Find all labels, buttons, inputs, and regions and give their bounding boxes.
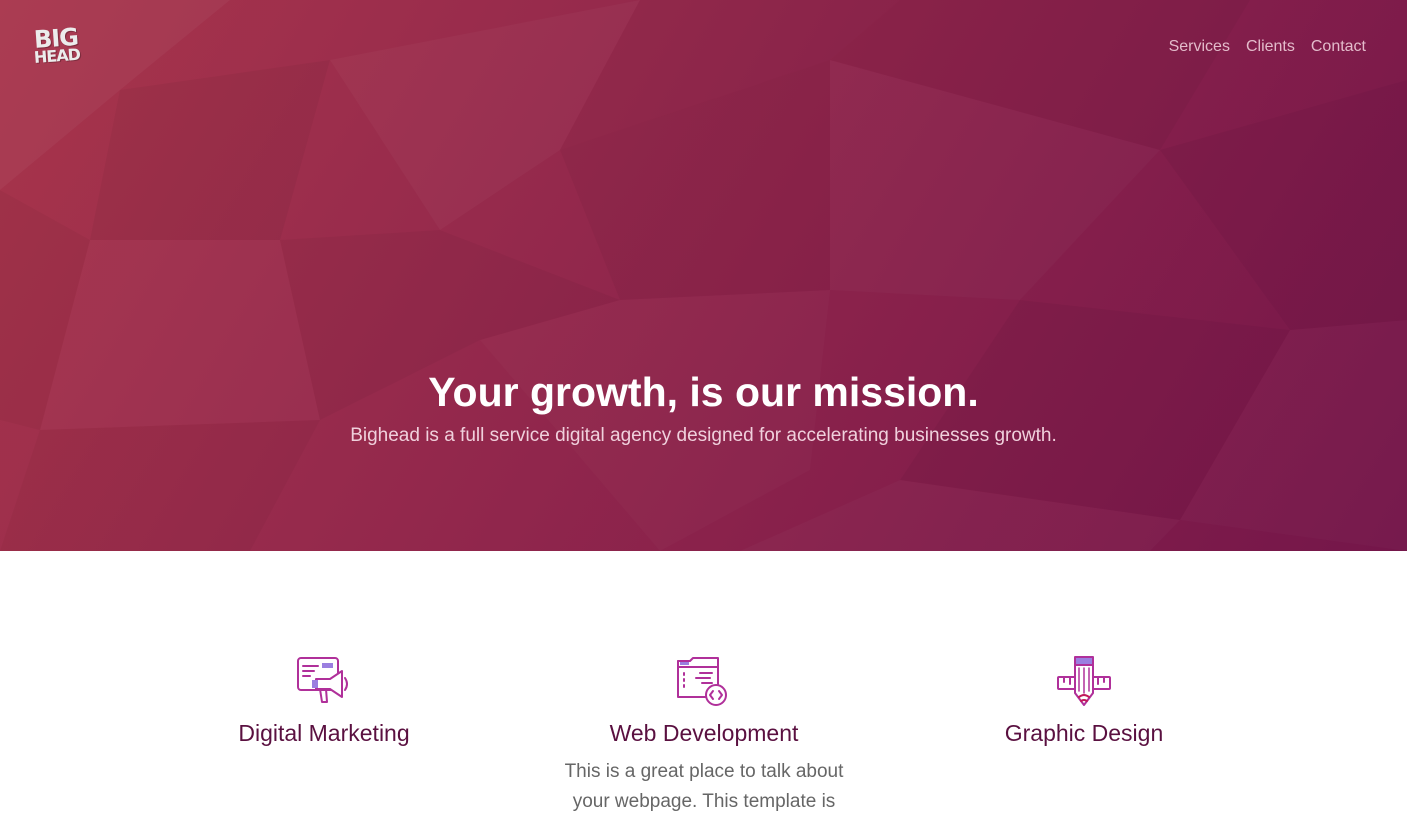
nav-link-contact[interactable]: Contact [1311,37,1366,57]
nav-link-clients[interactable]: Clients [1246,37,1295,57]
hero-subtitle: Bighead is a full service digital agency… [350,425,1057,446]
service-title: Digital Marketing [238,720,410,746]
service-title: Graphic Design [1004,720,1164,746]
pencil-ruler-icon [1056,655,1112,707]
top-nav: Services Clients Contact [1169,37,1366,57]
service-title: Web Development [609,720,799,746]
service-digital-marketing: Digital Marketing [164,655,484,757]
service-description: This is a great place to talk about your… [564,761,844,812]
megaphone-icon [296,655,352,707]
polygon-background [0,0,1407,520]
service-web-development: Web Development This is a great place to… [544,655,864,817]
hero-title: Your growth, is our mission. [428,369,979,415]
service-graphic-design: Graphic Design [924,655,1244,757]
bighead-logo[interactable]: BIG HEAD [33,23,90,70]
nav-link-services[interactable]: Services [1169,37,1230,57]
logo-line-2: HEAD [33,44,81,67]
hero-section: BIG HEAD Services Clients Contact Your g… [0,0,1407,551]
browser-code-icon [676,655,732,707]
services-section: Digital Marketing Web Development This i… [0,551,1407,824]
